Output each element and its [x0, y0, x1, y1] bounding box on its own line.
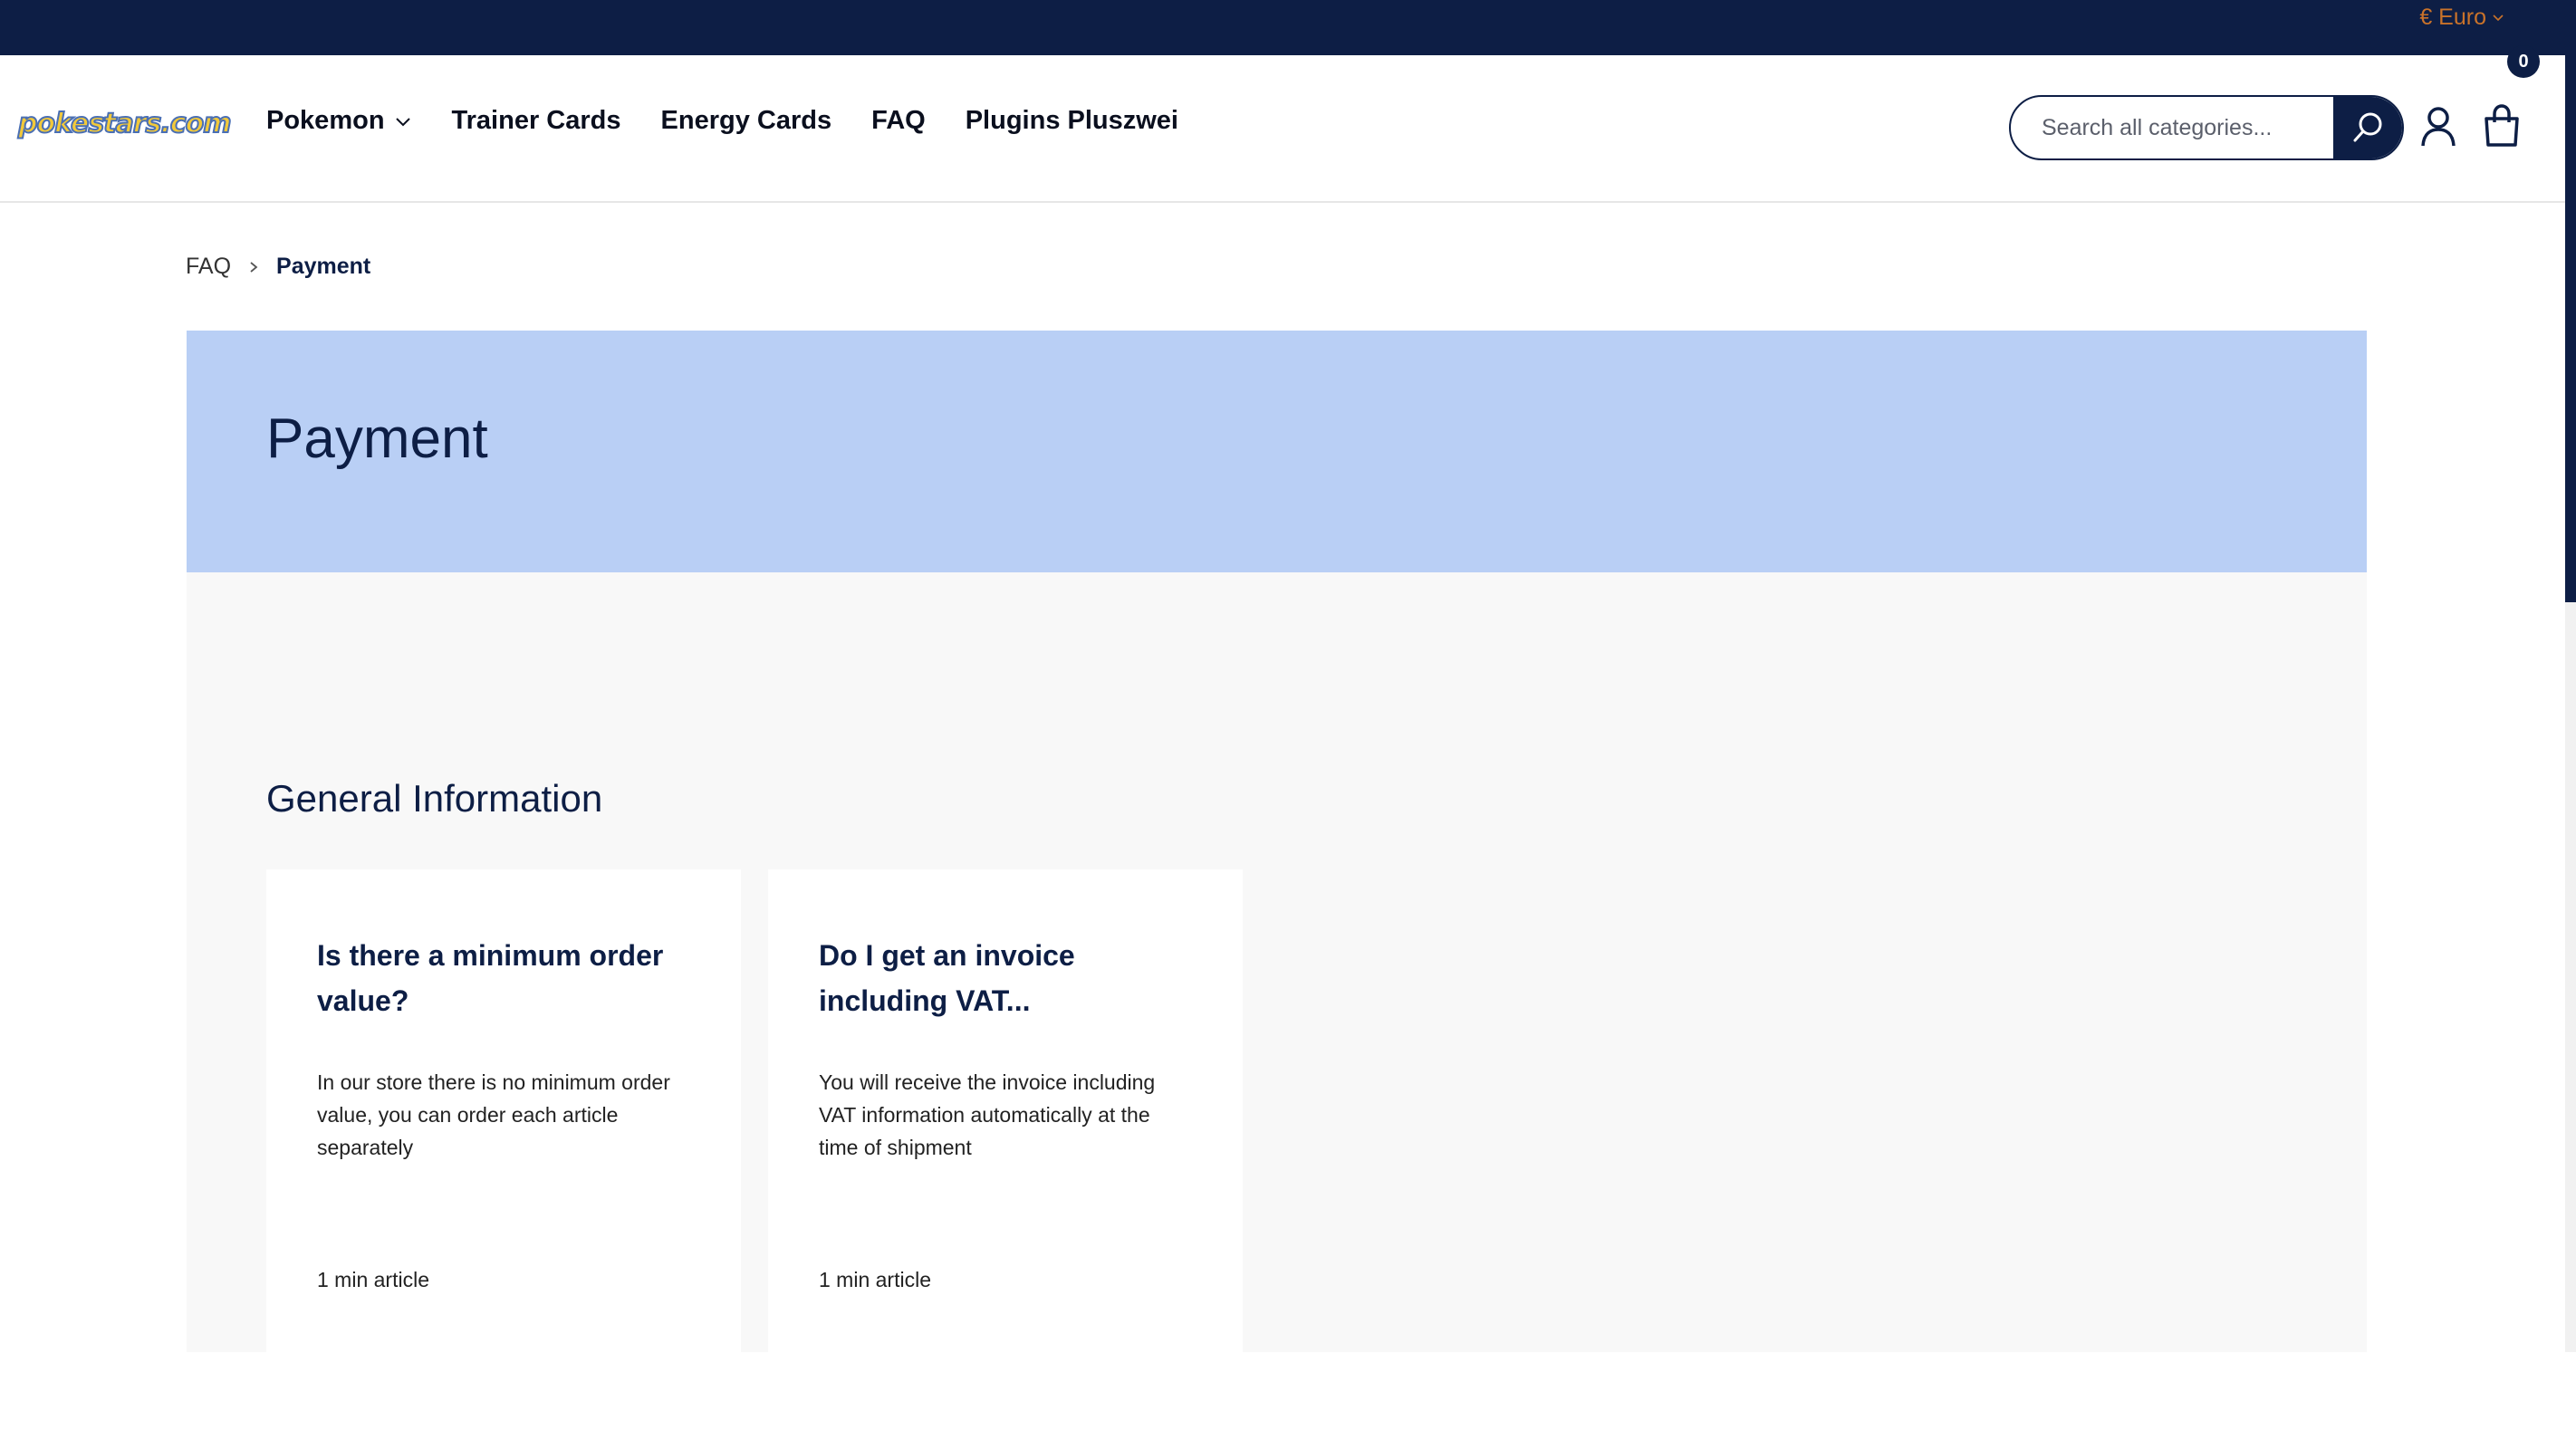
faq-card-title: Is there a minimum order value? [317, 939, 664, 1017]
breadcrumb: FAQ Payment [186, 254, 370, 280]
faq-content: General Information Is there a minimum o… [187, 572, 2367, 1352]
chevron-down-icon [2493, 14, 2504, 22]
faq-card-text: You will receive the invoice including V… [819, 1070, 1156, 1159]
chevron-right-icon [250, 261, 258, 273]
nav-item-energy-cards[interactable]: Energy Cards [661, 106, 832, 136]
search-button[interactable] [2333, 97, 2402, 158]
nav-item-label: Energy Cards [660, 106, 832, 135]
site-logo[interactable]: pokestars.com [17, 107, 232, 148]
top-bar: € Euro [0, 0, 2576, 55]
nav-item-label: Pokemon [266, 106, 385, 135]
page-title: Payment [266, 408, 488, 470]
page-hero: Payment [187, 331, 2367, 572]
nav-item-faq[interactable]: FAQ [871, 106, 926, 136]
chevron-down-icon [395, 117, 410, 126]
scrollbar-thumb[interactable] [2565, 55, 2576, 602]
breadcrumb-link-faq[interactable]: FAQ [186, 254, 231, 280]
nav-item-label: Trainer Cards [451, 106, 621, 135]
faq-card-meta: 1 min article [819, 1268, 931, 1291]
breadcrumb-current: Payment [276, 254, 371, 279]
search-icon [2353, 112, 2382, 142]
page-bottom [0, 1352, 2576, 1449]
faq-card-text: In our store there is no minimum order v… [317, 1070, 670, 1159]
nav-item-pokemon[interactable]: Pokemon [266, 106, 412, 136]
site-header: pokestars.com Pokemon Trainer Cards Ener… [0, 55, 2565, 203]
faq-card[interactable]: Do I get an invoice including VAT... You… [768, 869, 1243, 1352]
shopping-bag-icon[interactable] [2483, 104, 2521, 148]
nav-item-label: FAQ [871, 106, 926, 135]
nav-item-label: Plugins Pluszwei [965, 106, 1178, 135]
faq-card-title: Do I get an invoice including VAT... [819, 939, 1075, 1017]
faq-card[interactable]: Is there a minimum order value? In our s… [266, 869, 741, 1352]
search-bar [2009, 95, 2404, 160]
main-nav: Pokemon Trainer Cards Energy Cards FAQ P… [266, 106, 1178, 136]
faq-card-meta: 1 min article [317, 1268, 429, 1291]
currency-label: € Euro [2419, 4, 2486, 30]
currency-selector[interactable]: € Euro [2419, 2, 2504, 33]
nav-item-trainer-cards[interactable]: Trainer Cards [452, 106, 621, 136]
user-icon[interactable] [2420, 106, 2456, 148]
nav-item-plugins-pluszwei[interactable]: Plugins Pluszwei [966, 106, 1178, 136]
section-title: General Information [266, 777, 603, 820]
cart-count-badge: 0 [2507, 45, 2540, 78]
search-input[interactable] [2011, 97, 2333, 158]
